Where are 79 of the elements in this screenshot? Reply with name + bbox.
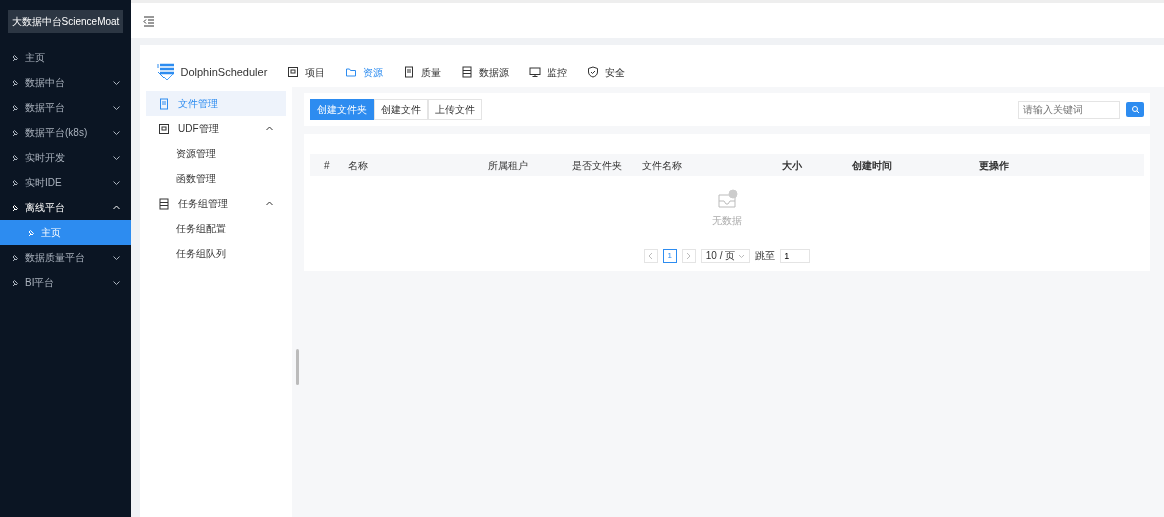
search-button[interactable] bbox=[1126, 102, 1144, 117]
toolbar-button[interactable]: 上传文件 bbox=[428, 99, 482, 120]
pin-icon bbox=[10, 128, 19, 137]
jump-label: 跳至 bbox=[755, 249, 776, 263]
sidebar-item[interactable]: BI平台 bbox=[0, 270, 131, 295]
column-header: 操作 bbox=[989, 158, 1010, 173]
chevron-down-icon bbox=[112, 179, 121, 186]
nav-tab[interactable]: 资源 bbox=[345, 64, 384, 80]
column-header: 是否文件夹 bbox=[572, 158, 623, 173]
sidebar-item[interactable]: 离线平台 bbox=[0, 195, 131, 220]
chevron-up-icon bbox=[265, 200, 274, 207]
chevron-up-icon bbox=[265, 125, 274, 132]
column-header: 文件名称 bbox=[642, 158, 683, 173]
nav-tab[interactable]: 安全 bbox=[587, 64, 626, 80]
nav-tab[interactable]: 数据源 bbox=[461, 64, 510, 80]
empty-text: 无数据 bbox=[712, 213, 742, 228]
pin-icon bbox=[10, 178, 19, 187]
submenu-item[interactable]: 任务组配置 bbox=[146, 216, 286, 241]
chevron-down-icon bbox=[738, 252, 746, 259]
toolbar-button[interactable]: 创建文件 bbox=[374, 99, 428, 120]
chevron-up-icon bbox=[112, 204, 121, 211]
grid-icon bbox=[287, 66, 300, 78]
pin-icon bbox=[10, 253, 19, 262]
search-icon bbox=[1130, 105, 1140, 114]
column-header: 创建时间 bbox=[852, 158, 893, 173]
column-header: # bbox=[323, 158, 331, 173]
chevron-left-icon bbox=[647, 251, 655, 260]
sidebar-item[interactable]: 数据中台 bbox=[0, 70, 131, 95]
jump-input[interactable]: 1 bbox=[780, 248, 811, 263]
shield-icon bbox=[587, 66, 600, 78]
chevron-down-icon bbox=[112, 129, 121, 136]
search-field[interactable]: 请输入关键词 bbox=[1018, 100, 1120, 119]
pin-icon bbox=[10, 278, 19, 287]
submenu-item[interactable]: 函数管理 bbox=[146, 166, 286, 191]
page-button[interactable]: 1 bbox=[662, 248, 677, 263]
menu-item[interactable]: 任务组管理 bbox=[146, 191, 286, 216]
pin-icon bbox=[10, 78, 19, 87]
submenu-item[interactable]: 资源管理 bbox=[146, 141, 286, 166]
grid-icon bbox=[158, 122, 170, 135]
pin-icon bbox=[26, 228, 35, 237]
menu-item[interactable]: UDF管理 bbox=[146, 116, 286, 141]
chevron-down-icon bbox=[112, 154, 121, 161]
column-header: 所属租户 bbox=[488, 158, 529, 173]
column-header: 大小 bbox=[782, 158, 803, 173]
logo-text: DolphinScheduler bbox=[180, 64, 268, 80]
chevron-down-icon bbox=[112, 254, 121, 261]
menu-fold-icon bbox=[143, 14, 155, 27]
chevron-down-icon bbox=[112, 79, 121, 86]
submenu-item[interactable]: 任务组队列 bbox=[146, 241, 286, 266]
sidebar-item[interactable]: 主页 bbox=[0, 45, 131, 70]
pin-icon bbox=[10, 153, 19, 162]
chevron-right-icon bbox=[685, 251, 693, 260]
page-size-select[interactable]: 10 / 页 bbox=[700, 248, 751, 263]
column-header: 名称 bbox=[348, 158, 369, 173]
nav-tab[interactable]: 质量 bbox=[403, 64, 442, 80]
sidebar-item[interactable]: 数据平台(k8s) bbox=[0, 120, 131, 145]
sidebar-item[interactable]: 数据平台 bbox=[0, 95, 131, 120]
next-page-button[interactable] bbox=[681, 248, 696, 263]
list-icon bbox=[461, 66, 474, 78]
pin-icon bbox=[10, 203, 19, 212]
pin-icon bbox=[10, 53, 19, 62]
sidebar-item[interactable]: 实时开发 bbox=[0, 145, 131, 170]
document-icon bbox=[403, 66, 416, 78]
empty-inbox-icon bbox=[716, 188, 738, 209]
resize-handle[interactable] bbox=[296, 349, 299, 385]
nav-tab[interactable]: 项目 bbox=[287, 64, 326, 80]
folder-icon bbox=[345, 66, 358, 78]
monitor-icon bbox=[529, 66, 542, 78]
document-icon bbox=[158, 97, 170, 110]
sidebar-item[interactable]: 数据质量平台 bbox=[0, 245, 131, 270]
prev-page-button[interactable] bbox=[643, 248, 658, 263]
sidebar-title: 大数据中台ScienceMoat bbox=[8, 10, 123, 33]
list-icon bbox=[158, 197, 170, 210]
chevron-down-icon bbox=[112, 279, 121, 286]
sidebar-item[interactable]: 实时IDE bbox=[0, 170, 131, 195]
column-header: 更 bbox=[979, 158, 989, 173]
chevron-down-icon bbox=[112, 104, 121, 111]
pin-icon bbox=[10, 103, 19, 112]
nav-tab[interactable]: 监控 bbox=[529, 64, 568, 80]
